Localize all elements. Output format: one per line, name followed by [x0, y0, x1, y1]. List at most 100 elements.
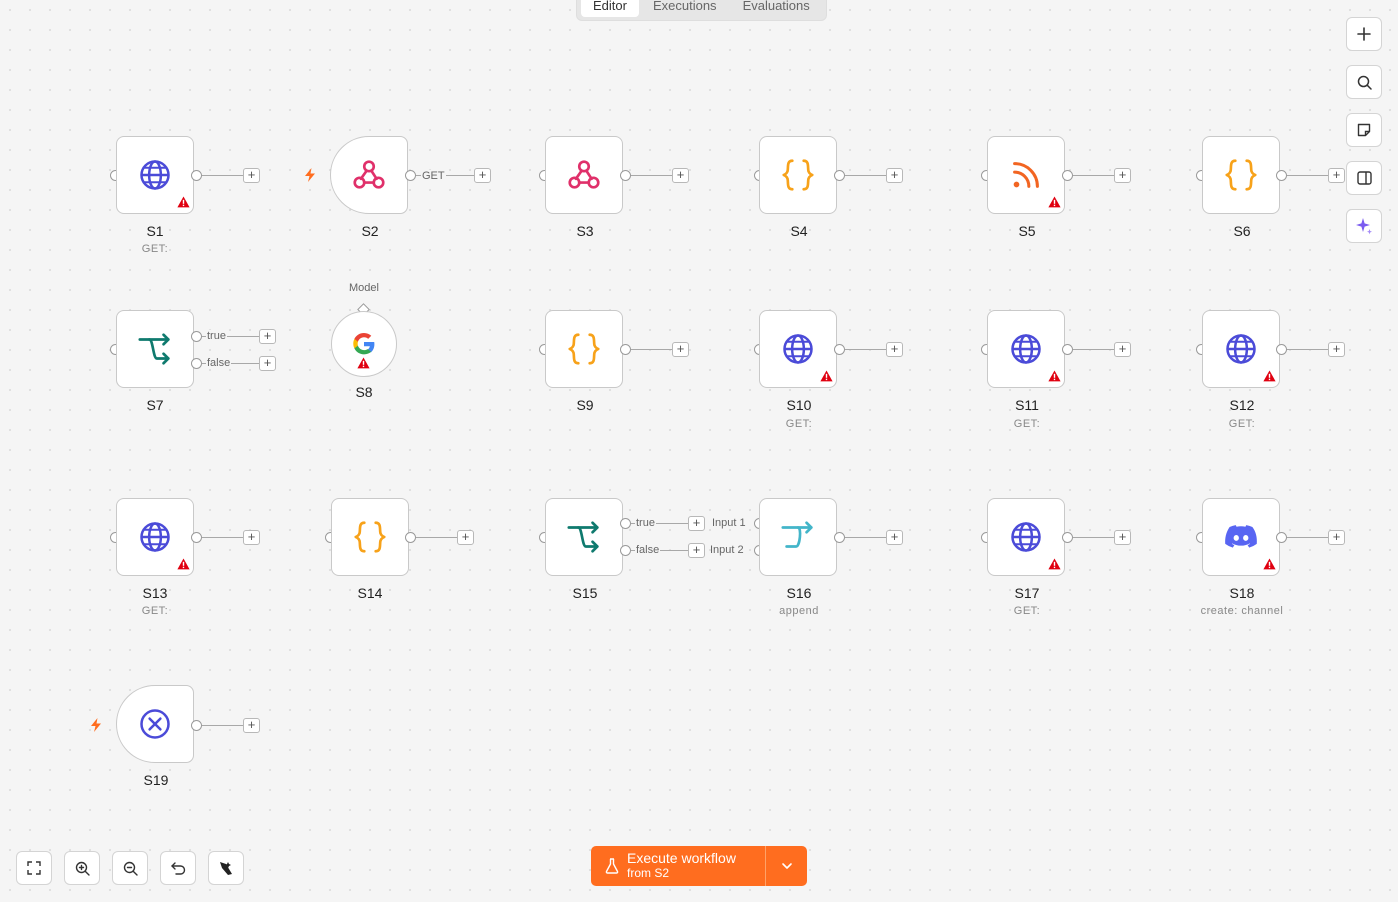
node-s3[interactable]: [545, 136, 623, 214]
node-subtitle: append: [779, 605, 819, 617]
node-label: S2: [361, 223, 379, 239]
add-sticky-note-button[interactable]: [1346, 113, 1382, 147]
node-subtitle: GET:: [141, 605, 169, 617]
output-handle[interactable]: [405, 170, 416, 181]
discord-icon: [1221, 517, 1261, 557]
output-handle[interactable]: [191, 532, 202, 543]
node-s6[interactable]: [1202, 136, 1280, 214]
node-s4[interactable]: [759, 136, 837, 214]
edge-label-get: GET: [421, 170, 446, 182]
node-s9[interactable]: [545, 310, 623, 388]
edge-line: [1287, 349, 1328, 350]
undo-icon: [170, 862, 185, 875]
x-circle-icon: [135, 704, 175, 744]
fit-view-button[interactable]: [16, 851, 52, 885]
merge-icon: [778, 517, 818, 557]
zoom-in-button[interactable]: [64, 851, 100, 885]
node-s15[interactable]: [545, 498, 623, 576]
globe-icon: [1006, 329, 1046, 369]
tidy-up-button[interactable]: [208, 851, 244, 885]
add-node-button[interactable]: +: [1328, 168, 1345, 183]
tidy-up-icon: [220, 862, 232, 875]
output-handle-false[interactable]: [620, 545, 631, 556]
zoom-in-icon: [75, 861, 90, 876]
add-node-button[interactable]: +: [1114, 530, 1131, 545]
add-node-panel-button[interactable]: [1346, 17, 1382, 51]
execute-workflow-button[interactable]: Execute workflow from S2: [591, 846, 765, 886]
node-label: S9: [576, 397, 594, 413]
execute-subtitle: from S2: [627, 866, 670, 880]
undo-button[interactable]: [160, 851, 196, 885]
sparkle-icon: [1356, 218, 1372, 235]
add-node-button[interactable]: +: [457, 530, 474, 545]
output-handle-true[interactable]: [620, 518, 631, 529]
globe-icon: [135, 517, 175, 557]
add-node-button[interactable]: +: [259, 356, 276, 371]
node-s7[interactable]: [116, 310, 194, 388]
trigger-bolt-icon: [90, 718, 102, 732]
add-node-button[interactable]: +: [886, 530, 903, 545]
node-s16[interactable]: [759, 498, 837, 576]
node-subtitle: GET:: [1013, 418, 1041, 430]
node-label: S5: [1018, 223, 1036, 239]
output-handle[interactable]: [405, 532, 416, 543]
output-handle[interactable]: [191, 720, 202, 731]
output-handle[interactable]: [834, 344, 845, 355]
add-node-button[interactable]: +: [672, 168, 689, 183]
output-handle[interactable]: [1062, 170, 1073, 181]
execute-dropdown-button[interactable]: [765, 846, 807, 886]
add-node-button[interactable]: +: [688, 516, 705, 531]
tab-executions[interactable]: Executions: [641, 0, 729, 17]
node-label: S19: [143, 772, 169, 788]
warning-icon: [1263, 558, 1276, 570]
node-s2[interactable]: [330, 136, 408, 214]
output-handle-false[interactable]: [191, 358, 202, 369]
add-node-button[interactable]: +: [1328, 342, 1345, 357]
warning-icon: [1048, 370, 1061, 382]
output-handle[interactable]: [620, 344, 631, 355]
add-node-button[interactable]: +: [1114, 168, 1131, 183]
add-node-button[interactable]: +: [243, 168, 260, 183]
output-handle[interactable]: [1276, 170, 1287, 181]
add-node-button[interactable]: +: [259, 329, 276, 344]
node-s19[interactable]: [116, 685, 194, 763]
output-handle-true[interactable]: [191, 331, 202, 342]
node-label: S6: [1233, 223, 1251, 239]
add-node-button[interactable]: +: [672, 342, 689, 357]
edge-label-true: true: [206, 330, 227, 342]
toggle-panel-button[interactable]: [1346, 161, 1382, 195]
output-handle[interactable]: [834, 170, 845, 181]
add-node-button[interactable]: +: [886, 168, 903, 183]
output-handle[interactable]: [834, 532, 845, 543]
webhook-icon: [564, 155, 604, 195]
output-handle[interactable]: [1276, 344, 1287, 355]
zoom-out-button[interactable]: [112, 851, 148, 885]
edge-line: [845, 537, 886, 538]
tab-editor[interactable]: Editor: [581, 0, 639, 17]
warning-icon: [1263, 370, 1276, 382]
input-2-label: Input 2: [710, 544, 744, 556]
edge-line: [631, 175, 672, 176]
globe-icon: [1221, 329, 1261, 369]
output-handle[interactable]: [620, 170, 631, 181]
add-node-button[interactable]: +: [474, 168, 491, 183]
warning-icon: [177, 196, 190, 208]
node-s14[interactable]: [331, 498, 409, 576]
node-label: S15: [572, 585, 598, 601]
add-node-button[interactable]: +: [688, 543, 705, 558]
tab-evaluations[interactable]: Evaluations: [731, 0, 822, 17]
output-handle[interactable]: [191, 170, 202, 181]
add-node-button[interactable]: +: [886, 342, 903, 357]
output-handle[interactable]: [1062, 344, 1073, 355]
add-node-button[interactable]: +: [1328, 530, 1345, 545]
chevron-down-icon: [781, 863, 792, 869]
output-handle[interactable]: [1276, 532, 1287, 543]
add-node-button[interactable]: +: [1114, 342, 1131, 357]
if-branch-icon: [564, 517, 604, 557]
add-node-button[interactable]: +: [243, 530, 260, 545]
add-node-button[interactable]: +: [243, 718, 260, 733]
rss-icon: [1006, 155, 1046, 195]
ai-assistant-button[interactable]: [1346, 209, 1382, 243]
search-nodes-button[interactable]: [1346, 65, 1382, 99]
output-handle[interactable]: [1062, 532, 1073, 543]
